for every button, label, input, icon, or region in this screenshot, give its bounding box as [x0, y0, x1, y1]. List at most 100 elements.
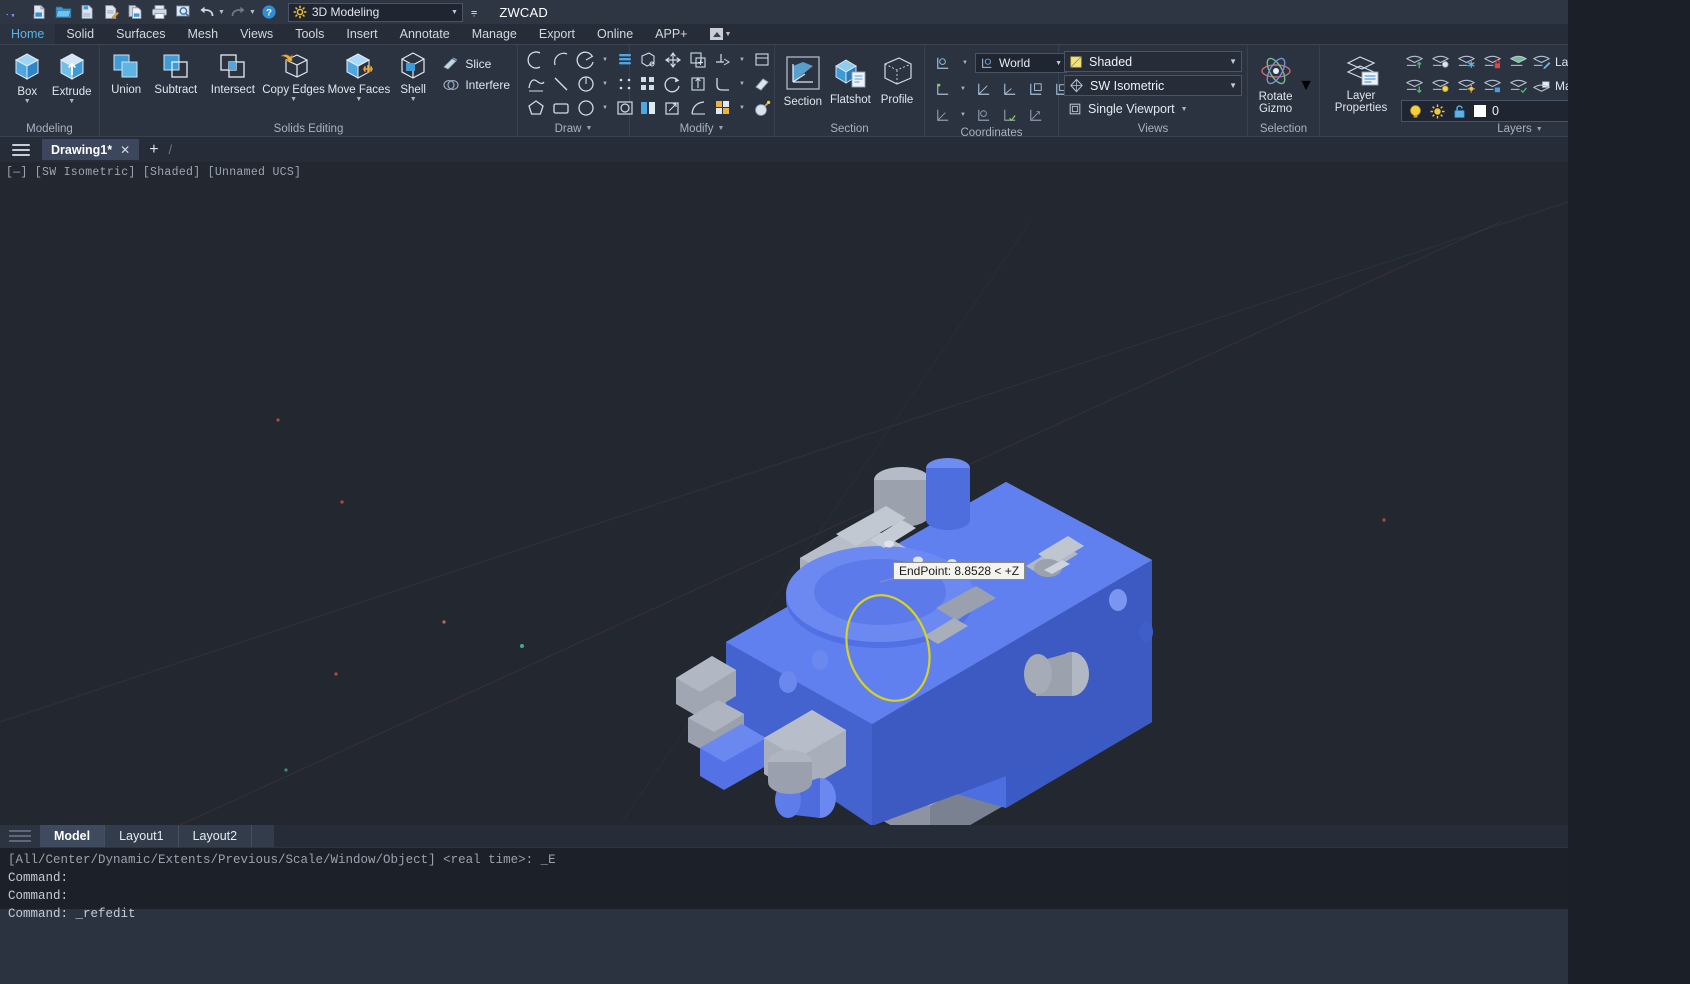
- ucs-z-axis-icon[interactable]: [971, 77, 996, 101]
- modify-mirror-icon[interactable]: [635, 96, 660, 120]
- open-file-icon[interactable]: [52, 1, 74, 23]
- ribbon-tab-insert[interactable]: Insert: [335, 24, 388, 44]
- tool-section[interactable]: Section: [780, 52, 826, 108]
- ucs-named-icon[interactable]: [930, 51, 955, 75]
- tool-slice[interactable]: Slice: [440, 53, 512, 74]
- tool-shell-caret[interactable]: ▼: [410, 96, 417, 104]
- modify-revolve-icon[interactable]: [685, 96, 710, 120]
- ucs-x-rotate-icon[interactable]: [1023, 77, 1048, 101]
- tool-subtract[interactable]: Subtract: [147, 48, 204, 96]
- visual-style-caret[interactable]: ▼: [1229, 57, 1237, 66]
- draw-arc3-icon[interactable]: [573, 48, 598, 72]
- tool-layer-properties[interactable]: Layer Properties: [1325, 50, 1397, 114]
- ucs-world-icon[interactable]: [1023, 103, 1048, 127]
- current-layer-control[interactable]: 0 ▼: [1401, 100, 1568, 122]
- workspace-caret[interactable]: ▼: [451, 9, 458, 16]
- save-as-icon[interactable]: [100, 1, 122, 23]
- ucs-apply-icon[interactable]: [997, 103, 1022, 127]
- command-window-grip[interactable]: [0, 0, 34, 14]
- print-preview-icon[interactable]: [172, 1, 194, 23]
- modify-copy-icon[interactable]: [685, 48, 710, 72]
- modify-trim-icon[interactable]: [710, 48, 735, 72]
- panel-draw-caret[interactable]: ▼: [585, 125, 592, 132]
- ribbon-tab-online[interactable]: Online: [586, 24, 644, 44]
- modify-explode-bomb-icon[interactable]: [749, 96, 774, 120]
- modify-explode-icon[interactable]: [749, 48, 774, 72]
- ribbon-tab-solid[interactable]: Solid: [55, 24, 105, 44]
- ribbon-tab-surfaces[interactable]: Surfaces: [105, 24, 176, 44]
- draw-line-icon[interactable]: [548, 72, 573, 96]
- modify-union3d-dropdown[interactable]: [735, 96, 749, 120]
- layer-turn-all-on-icon[interactable]: [1427, 74, 1453, 98]
- draw-arc-dropdown[interactable]: [598, 48, 612, 72]
- modify-array-icon[interactable]: [635, 72, 660, 96]
- add-tab-button[interactable]: +: [139, 141, 168, 158]
- viewport-config-item[interactable]: Single Viewport ▼: [1064, 99, 1192, 119]
- ribbon-app-caret[interactable]: ▼: [724, 31, 731, 38]
- tool-move-faces-caret[interactable]: ▼: [355, 96, 362, 104]
- save-file-icon[interactable]: [76, 1, 98, 23]
- panel-layers-caret[interactable]: ▼: [1536, 126, 1543, 133]
- command-line-input[interactable]: Command: _refedit: [8, 905, 1568, 923]
- tool-interfere[interactable]: Interfere: [440, 74, 512, 95]
- modify-trim-dropdown[interactable]: [735, 48, 749, 72]
- modify-rotate-icon[interactable]: [660, 72, 685, 96]
- layer-merge-icon[interactable]: [1505, 50, 1531, 74]
- modify-scale-icon[interactable]: [660, 96, 685, 120]
- rotate-gizmo-caret[interactable]: ▼: [1298, 77, 1314, 95]
- modify-3dmove-icon[interactable]: [635, 48, 660, 72]
- layer-freeze-icon[interactable]: [1453, 50, 1479, 74]
- draw-circle-icon[interactable]: [573, 96, 598, 120]
- ucs-previous-icon[interactable]: [971, 103, 996, 127]
- tool-profile[interactable]: Profile: [875, 52, 919, 106]
- tool-move-faces[interactable]: Move Faces ▼: [326, 48, 392, 104]
- layer-thaw-all-icon[interactable]: [1453, 74, 1479, 98]
- layer-change-to-current-icon[interactable]: [1505, 74, 1531, 98]
- modify-fillet-icon[interactable]: [710, 72, 735, 96]
- view-preset-combo[interactable]: SW Isometric ▼: [1064, 75, 1242, 96]
- modify-move-icon[interactable]: [660, 48, 685, 72]
- make-current-icon[interactable]: [1531, 77, 1552, 96]
- ribbon-tab-appplus[interactable]: APP+: [644, 24, 698, 44]
- layout-tab-layout2[interactable]: Layout2: [178, 825, 253, 847]
- file-tab-drawing1[interactable]: Drawing1* ✕: [42, 139, 140, 160]
- tool-box-caret[interactable]: ▼: [24, 98, 31, 106]
- command-window[interactable]: [All/Center/Dynamic/Extents/Previous/Sca…: [0, 0, 1568, 921]
- workspace-selector[interactable]: 3D Modeling ▼: [287, 2, 463, 22]
- draw-pie-icon[interactable]: [573, 72, 598, 96]
- ucs-face-icon[interactable]: [930, 103, 955, 127]
- print-icon[interactable]: [148, 1, 170, 23]
- layer-isolate-icon[interactable]: [1401, 50, 1427, 74]
- panel-modify-caret[interactable]: ▼: [717, 125, 724, 132]
- tool-union[interactable]: Union: [105, 48, 147, 96]
- ribbon-tab-tools[interactable]: Tools: [284, 24, 335, 44]
- draw-rectangle-icon[interactable]: [548, 96, 573, 120]
- draw-circle-dropdown[interactable]: [598, 96, 612, 120]
- modify-stretch-icon[interactable]: [685, 72, 710, 96]
- undo-dropdown-caret[interactable]: ▼: [218, 9, 225, 16]
- tool-flatshot[interactable]: Flatshot: [826, 52, 875, 106]
- ribbon-app-button[interactable]: ▼: [704, 24, 737, 44]
- ucs-origin-icon[interactable]: [930, 77, 955, 101]
- modify-union3d-icon[interactable]: [710, 96, 735, 120]
- layout-tab-model[interactable]: Model: [40, 825, 106, 847]
- tool-rotate-gizmo[interactable]: Rotate Gizmo: [1253, 51, 1298, 115]
- undo-icon[interactable]: [196, 1, 218, 23]
- tool-extrude-caret[interactable]: ▼: [68, 98, 75, 106]
- drawing-viewport[interactable]: [—] [SW Isometric] [Shaded] [Unnamed UCS…: [0, 162, 1568, 825]
- qat-overflow-icon[interactable]: ⩦: [471, 6, 477, 19]
- draw-arc2-icon[interactable]: [548, 48, 573, 72]
- ribbon-tab-manage[interactable]: Manage: [461, 24, 528, 44]
- ribbon-tab-export[interactable]: Export: [528, 24, 586, 44]
- draw-arc-icon[interactable]: [523, 48, 548, 72]
- ribbon-tab-annotate[interactable]: Annotate: [389, 24, 461, 44]
- ucs-combo[interactable]: World ▼: [975, 53, 1067, 73]
- draw-pie-dropdown[interactable]: [598, 72, 612, 96]
- layer-unisolate-icon[interactable]: [1401, 74, 1427, 98]
- layer-color-swatch[interactable]: [1473, 104, 1487, 118]
- draw-spline-icon[interactable]: [523, 72, 548, 96]
- modify-erase-icon[interactable]: [749, 72, 774, 96]
- ucs-face-dropdown[interactable]: [956, 103, 970, 127]
- ribbon-tab-mesh[interactable]: Mesh: [176, 24, 229, 44]
- tool-copy-edges-caret[interactable]: ▼: [290, 96, 297, 104]
